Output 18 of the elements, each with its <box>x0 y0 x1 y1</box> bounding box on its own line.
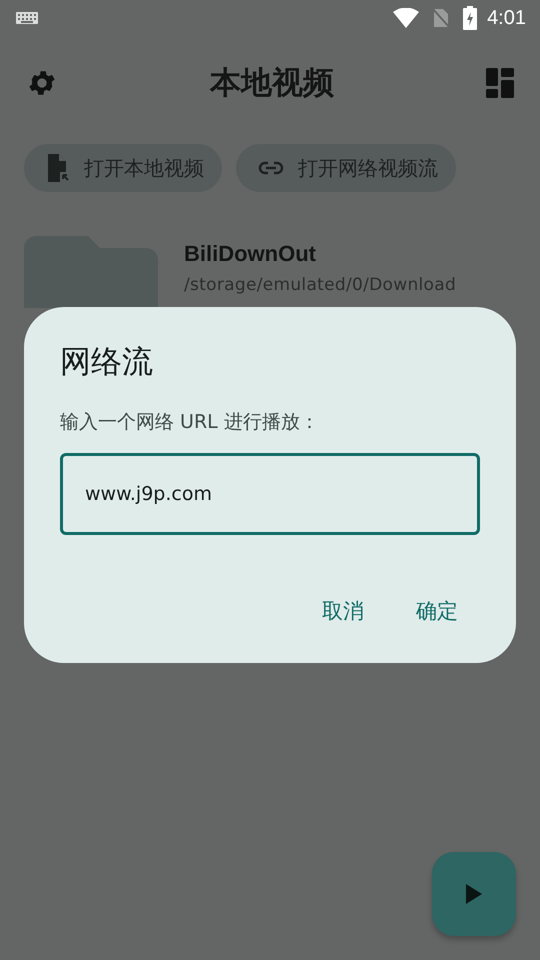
battery-icon <box>463 6 478 30</box>
cancel-button[interactable]: 取消 <box>300 587 386 635</box>
wifi-icon <box>393 8 420 28</box>
keyboard-icon <box>16 12 38 24</box>
url-input-field[interactable]: www.j9p.com <box>60 453 480 535</box>
play-icon <box>466 884 482 904</box>
dashboard-icon[interactable] <box>486 68 514 98</box>
folder-path: /storage/emulated/0/Download <box>184 275 456 295</box>
status-time: 4:01 <box>487 6 526 30</box>
folder-name: BiliDownOut <box>184 241 317 267</box>
confirm-button[interactable]: 确定 <box>394 587 480 635</box>
file-icon <box>46 154 70 182</box>
dialog-title: 网络流 <box>60 343 154 382</box>
app-title: 本地视频 <box>210 64 334 102</box>
link-icon <box>258 161 284 175</box>
folder-icon <box>24 236 158 308</box>
play-button[interactable] <box>432 852 516 936</box>
dialog-message: 输入一个网络 URL 进行播放： <box>60 410 320 435</box>
